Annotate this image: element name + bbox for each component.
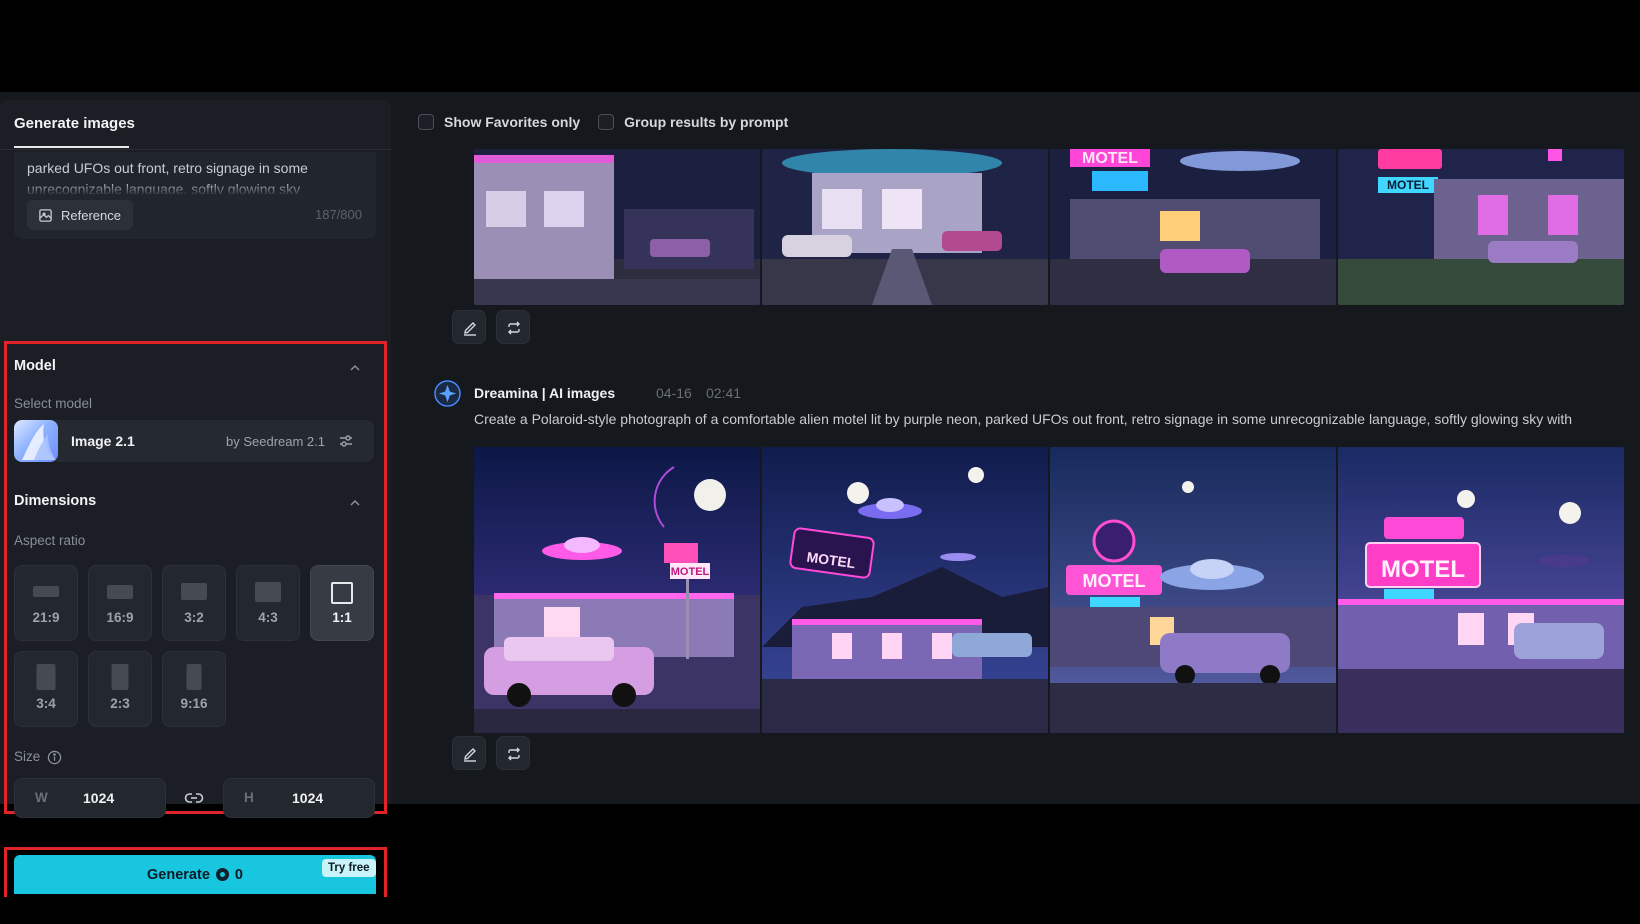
repeat-icon xyxy=(508,747,520,761)
edit-button[interactable] xyxy=(452,310,486,344)
ratio-option-9-16[interactable]: 9:16 xyxy=(162,651,226,727)
result-image[interactable]: MOTEL xyxy=(1338,149,1624,305)
motel-sign: MOTEL xyxy=(1083,571,1146,591)
pencil-icon xyxy=(464,322,476,336)
ratio-shape xyxy=(33,586,59,597)
tab-generate-images[interactable]: Generate images xyxy=(14,115,135,132)
ratio-label: 9:16 xyxy=(180,696,208,711)
info-icon[interactable] xyxy=(47,750,62,765)
ratio-option-3-2[interactable]: 3:2 xyxy=(162,565,226,641)
ratio-shape xyxy=(331,582,353,604)
ratio-option-1-1[interactable]: 1:1 xyxy=(310,565,374,641)
ratio-label: 3:4 xyxy=(36,696,56,711)
generate-label: Generate xyxy=(147,866,210,883)
height-field[interactable]: H 1024 xyxy=(223,778,375,818)
reference-label: Reference xyxy=(61,207,121,223)
motel-sign: MOTEL xyxy=(671,566,710,578)
chevron-up-icon[interactable] xyxy=(349,362,361,374)
repeat-icon xyxy=(508,321,520,335)
char-count: 187/800 xyxy=(315,207,362,222)
try-free-badge: Try free xyxy=(322,859,376,877)
edit-button[interactable] xyxy=(452,736,486,770)
dimensions-section-title: Dimensions xyxy=(14,493,97,509)
ratio-option-16-9[interactable]: 16:9 xyxy=(88,565,152,641)
ratio-shape xyxy=(255,582,281,602)
result-time: 02:41 xyxy=(706,385,742,401)
app-window: Generate images parked UFOs out front, r… xyxy=(0,92,1640,897)
result-image-row-1: MOTEL MOTEL xyxy=(474,149,1624,305)
ratio-label: 16:9 xyxy=(106,610,134,625)
reference-button[interactable]: Reference xyxy=(27,200,133,230)
favorites-label: Show Favorites only xyxy=(444,114,581,130)
credit-coin-icon xyxy=(215,868,229,881)
result-image[interactable]: MOTEL xyxy=(1050,447,1336,733)
aspect-ratio-label: Aspect ratio xyxy=(14,533,86,548)
model-name: Image 2.1 xyxy=(71,433,135,449)
ratio-shape xyxy=(111,664,129,690)
result-image[interactable]: MOTEL xyxy=(474,447,760,733)
pencil-icon xyxy=(464,748,476,762)
model-thumbnail xyxy=(14,420,58,462)
result-image[interactable]: MOTEL xyxy=(762,447,1048,733)
sidebar-tabbar: Generate images xyxy=(0,100,391,150)
ratio-label: 2:3 xyxy=(110,696,130,711)
ratio-shape xyxy=(186,664,202,690)
height-key: H xyxy=(244,790,254,805)
group-checkbox[interactable] xyxy=(598,114,615,130)
result-prompt[interactable]: Create a Polaroid-style photograph of a … xyxy=(474,411,1640,427)
width-field[interactable]: W 1024 xyxy=(14,778,166,818)
filter-bar: Show Favorites only Group results by pro… xyxy=(418,114,788,130)
ratio-label: 4:3 xyxy=(258,610,278,625)
model-selector[interactable]: Image 2.1 by Seedream 2.1 xyxy=(14,420,374,462)
motel-sign: MOTEL xyxy=(1387,178,1429,192)
ratio-option-2-3[interactable]: 2:3 xyxy=(88,651,152,727)
result-image-row-2: MOTEL MOTEL MOTEL MOTEL xyxy=(474,447,1624,733)
ratio-option-21-9[interactable]: 21:9 xyxy=(14,565,78,641)
sliders-icon[interactable] xyxy=(338,433,354,449)
select-model-label: Select model xyxy=(14,396,93,411)
group-label: Group results by prompt xyxy=(624,114,789,130)
result-date: 04-16 xyxy=(656,385,692,401)
regenerate-button[interactable] xyxy=(496,736,530,770)
ratio-shape xyxy=(107,585,133,599)
result-image[interactable]: MOTEL xyxy=(1050,149,1336,305)
ratio-label: 3:2 xyxy=(184,610,204,625)
ratio-option-3-4[interactable]: 3:4 xyxy=(14,651,78,727)
prompt-fade xyxy=(14,182,376,196)
ratio-option-4-3[interactable]: 4:3 xyxy=(236,565,300,641)
favorites-checkbox[interactable] xyxy=(418,114,434,130)
ratio-label: 1:1 xyxy=(332,610,352,625)
result-image[interactable] xyxy=(474,149,760,305)
chevron-up-icon[interactable] xyxy=(349,497,361,509)
ratio-shape xyxy=(36,664,56,690)
width-key: W xyxy=(35,790,48,805)
tab-active-indicator xyxy=(14,146,129,148)
ratio-label: 21:9 xyxy=(32,610,60,625)
link-icon[interactable] xyxy=(184,789,204,807)
image-reference-icon xyxy=(39,208,52,222)
size-label: Size xyxy=(14,749,41,764)
motel-sign: MOTEL xyxy=(1381,556,1465,583)
prompt-box[interactable]: parked UFOs out front, retro signage in … xyxy=(14,152,376,239)
height-value[interactable]: 1024 xyxy=(292,790,323,806)
generate-cost: 0 xyxy=(234,866,243,883)
width-value[interactable]: 1024 xyxy=(83,790,114,806)
result-image[interactable] xyxy=(762,149,1048,305)
group-filter[interactable]: Group results by prompt xyxy=(598,114,788,130)
model-provider: by Seedream 2.1 xyxy=(226,434,326,449)
dreamina-logo-icon xyxy=(434,380,461,407)
result-source: Dreamina | AI images xyxy=(474,385,616,401)
favorites-filter[interactable]: Show Favorites only xyxy=(418,114,580,130)
model-section-title: Model xyxy=(14,358,56,374)
result-image[interactable]: MOTEL xyxy=(1338,447,1624,733)
ratio-shape xyxy=(181,583,207,600)
regenerate-button[interactable] xyxy=(496,310,530,344)
results-panel: Show Favorites only Group results by pro… xyxy=(400,100,1640,804)
motel-sign: MOTEL xyxy=(1082,150,1138,167)
